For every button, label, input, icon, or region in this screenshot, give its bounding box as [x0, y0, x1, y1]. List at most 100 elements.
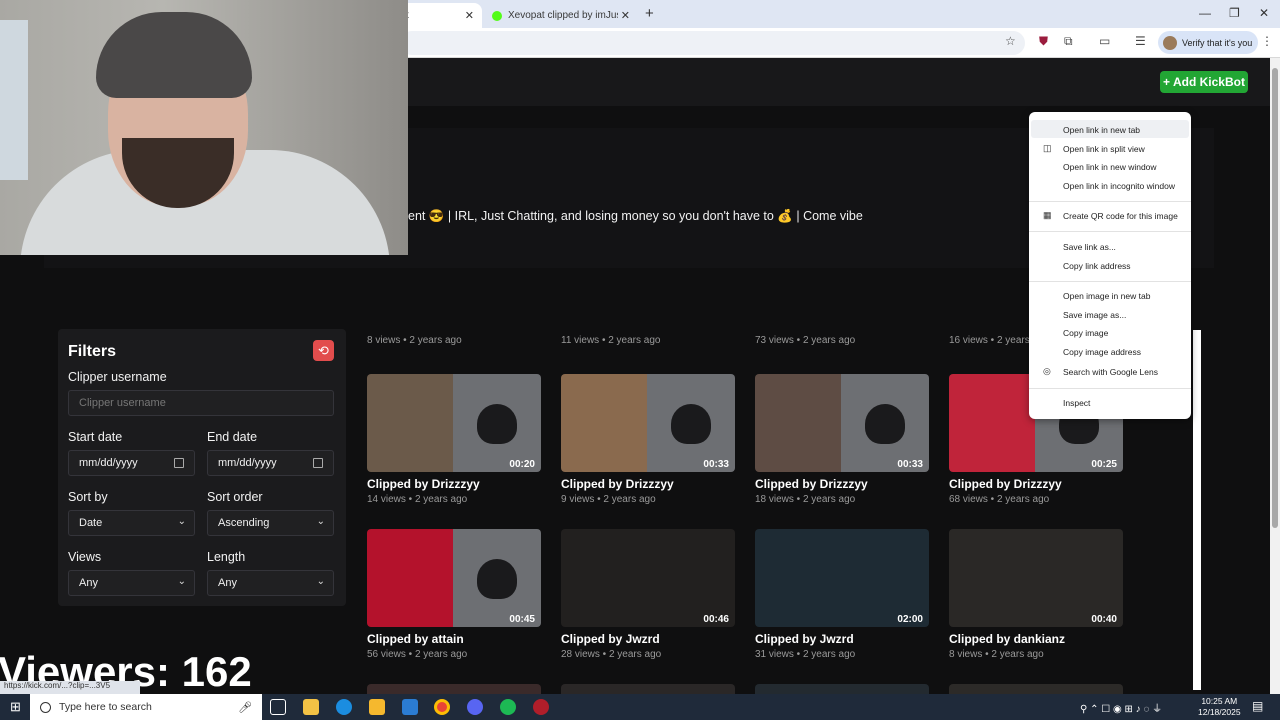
menu-copy-link-address[interactable]: Copy link address [1063, 261, 1131, 271]
sort-by-value: Date [79, 517, 103, 529]
bookmark-star-icon[interactable]: ☆ [1005, 34, 1016, 48]
edge-icon[interactable] [336, 699, 352, 715]
obs-icon[interactable] [533, 699, 549, 715]
reading-list-icon[interactable]: ☰ [1135, 34, 1146, 48]
clip-meta: 14 views • 2 years ago [367, 494, 468, 505]
sort-order-label: Sort order [207, 490, 263, 504]
task-view-icon[interactable] [270, 699, 286, 715]
profile-verify-button[interactable]: Verify that it's you [1158, 31, 1258, 54]
clip-thumbnail-partial[interactable] [561, 684, 735, 694]
clip-thumbnail[interactable]: 00:33 [561, 374, 735, 472]
windows-start-icon[interactable]: ⊞ [10, 699, 21, 715]
tab-title: t [400, 10, 460, 21]
scrollbar-thumb[interactable] [1272, 68, 1278, 528]
views-select[interactable]: Any ⌄ [68, 570, 195, 596]
menu-inspect[interactable]: Inspect [1063, 398, 1090, 408]
qr-code-icon: ▦ [1043, 210, 1052, 220]
chrome-icon[interactable] [434, 699, 450, 715]
clip-duration: 02:00 [897, 614, 923, 625]
start-date-input[interactable]: mm/dd/yyyy [68, 450, 195, 476]
menu-open-link-incognito[interactable]: Open link in incognito window [1063, 181, 1175, 191]
clip-meta: 8 views • 2 years ago [949, 649, 1044, 660]
menu-open-image-new-tab[interactable]: Open image in new tab [1063, 291, 1150, 301]
clip-thumbnail[interactable]: 00:33 [755, 374, 929, 472]
google-lens-icon: ◎ [1043, 366, 1051, 376]
mail-icon[interactable] [402, 699, 418, 715]
menu-save-link-as[interactable]: Save link as... [1063, 242, 1116, 252]
address-bar[interactable] [400, 31, 1025, 55]
clip-thumbnail[interactable]: 00:46 [561, 529, 735, 627]
store-icon[interactable] [369, 699, 385, 715]
menu-search-google-lens[interactable]: Search with Google Lens [1063, 367, 1158, 377]
taskbar-search[interactable]: Type here to search 🎤︎ [30, 694, 262, 720]
end-date-input[interactable]: mm/dd/yyyy [207, 450, 334, 476]
clip-card[interactable]: 00:40 Clipped by dankianz 8 views • 2 ye… [949, 529, 1123, 660]
clip-thumbnail[interactable]: 00:45 [367, 529, 541, 627]
extension-shield-icon[interactable]: ⛊ [1039, 34, 1048, 49]
sort-by-select[interactable]: Date ⌄ [68, 510, 195, 536]
minimize-icon[interactable]: — [1199, 6, 1211, 20]
menu-create-qr[interactable]: Create QR code for this image [1063, 211, 1178, 221]
menu-copy-image[interactable]: Copy image [1063, 328, 1108, 338]
maximize-icon[interactable]: ❐ [1229, 6, 1240, 20]
clip-card[interactable]: 00:20 Clipped by Drizzzyy 14 views • 2 y… [367, 374, 541, 505]
reset-filters-button[interactable]: ⟲ [313, 340, 334, 361]
inner-scrollbar[interactable] [1193, 330, 1201, 690]
clip-card[interactable]: 00:33 Clipped by Drizzzyy 9 views • 2 ye… [561, 374, 735, 505]
clipper-username-input[interactable]: Clipper username [68, 390, 334, 416]
length-select[interactable]: Any ⌄ [207, 570, 334, 596]
spotify-icon[interactable] [500, 699, 516, 715]
new-tab-icon[interactable]: + [645, 5, 654, 22]
page-scrollbar[interactable] [1270, 58, 1280, 694]
clip-thumbnail-partial[interactable] [949, 684, 1123, 694]
clip-title[interactable]: Clipped by Jwzrd [561, 632, 735, 646]
notifications-icon[interactable]: ▤ [1252, 699, 1263, 713]
windows-taskbar: ⊞ Type here to search 🎤︎ ⚲ ⌃ ☐ ◉ ⊞ ♪ ◌ ⏚… [0, 694, 1280, 720]
clip-card[interactable]: 00:33 Clipped by Drizzzyy 18 views • 2 y… [755, 374, 929, 505]
start-date-value: mm/dd/yyyy [79, 457, 138, 469]
cast-icon[interactable]: ▭ [1099, 34, 1110, 48]
menu-open-link-new-window[interactable]: Open link in new window [1063, 162, 1157, 172]
discord-icon[interactable] [467, 699, 483, 715]
microphone-icon[interactable]: 🎤︎ [238, 701, 252, 714]
clipper-username-label: Clipper username [68, 370, 167, 384]
clip-title[interactable]: Clipped by Drizzzyy [755, 477, 929, 491]
clip-card[interactable]: 02:00 Clipped by Jwzrd 31 views • 2 year… [755, 529, 929, 660]
clip-title[interactable]: Clipped by dankianz [949, 632, 1123, 646]
browser-tab[interactable]: Xevopat clipped by imJustASoldier ✕ [486, 3, 638, 28]
close-tab-icon[interactable]: ✕ [465, 9, 474, 22]
clock-time: 10:25 AM [1201, 696, 1238, 706]
clip-duration: 00:40 [1091, 614, 1117, 625]
clip-thumbnail[interactable]: 00:40 [949, 529, 1123, 627]
clip-title[interactable]: Clipped by Drizzzyy [561, 477, 735, 491]
clip-card[interactable]: 00:46 Clipped by Jwzrd 28 views • 2 year… [561, 529, 735, 660]
taskbar-clock[interactable]: 10:25 AM 12/18/2025 [1198, 696, 1241, 718]
close-tab-icon[interactable]: ✕ [621, 9, 630, 22]
sort-order-select[interactable]: Ascending ⌄ [207, 510, 334, 536]
close-window-icon[interactable]: ✕ [1259, 6, 1269, 20]
clip-title[interactable]: Clipped by Jwzrd [755, 632, 929, 646]
menu-copy-image-address[interactable]: Copy image address [1063, 347, 1141, 357]
clip-scene [561, 374, 647, 472]
extensions-puzzle-icon[interactable]: ⧉ [1064, 34, 1073, 49]
file-explorer-icon[interactable] [303, 699, 319, 715]
add-kickbot-button[interactable]: + Add KickBot [1160, 71, 1248, 93]
kebab-menu-icon[interactable]: ⋮ [1261, 34, 1273, 48]
clip-card[interactable]: 00:45 Clipped by attain 56 views • 2 yea… [367, 529, 541, 660]
clip-title[interactable]: Clipped by Drizzzyy [949, 477, 1123, 491]
tray-icons[interactable]: ⚲ ⌃ ☐ ◉ ⊞ ♪ ◌ ⏚ [1080, 700, 1162, 715]
clip-title[interactable]: Clipped by Drizzzyy [367, 477, 541, 491]
menu-open-link-new-tab[interactable]: Open link in new tab [1063, 125, 1140, 135]
clip-thumbnail-partial[interactable] [755, 684, 929, 694]
clip-thumbnail[interactable]: 00:20 [367, 374, 541, 472]
refresh-icon: ⟲ [318, 342, 329, 358]
clip-thumbnail[interactable]: 02:00 [755, 529, 929, 627]
calendar-icon[interactable] [313, 458, 323, 468]
clip-thumbnail-partial[interactable] [367, 684, 541, 694]
menu-save-image-as[interactable]: Save image as... [1063, 310, 1126, 320]
views-value: Any [79, 577, 98, 589]
menu-open-link-split-view[interactable]: Open link in split view [1063, 144, 1145, 154]
calendar-icon[interactable] [174, 458, 184, 468]
browser-tab-active[interactable]: t ✕ [400, 3, 482, 28]
clip-title[interactable]: Clipped by attain [367, 632, 541, 646]
